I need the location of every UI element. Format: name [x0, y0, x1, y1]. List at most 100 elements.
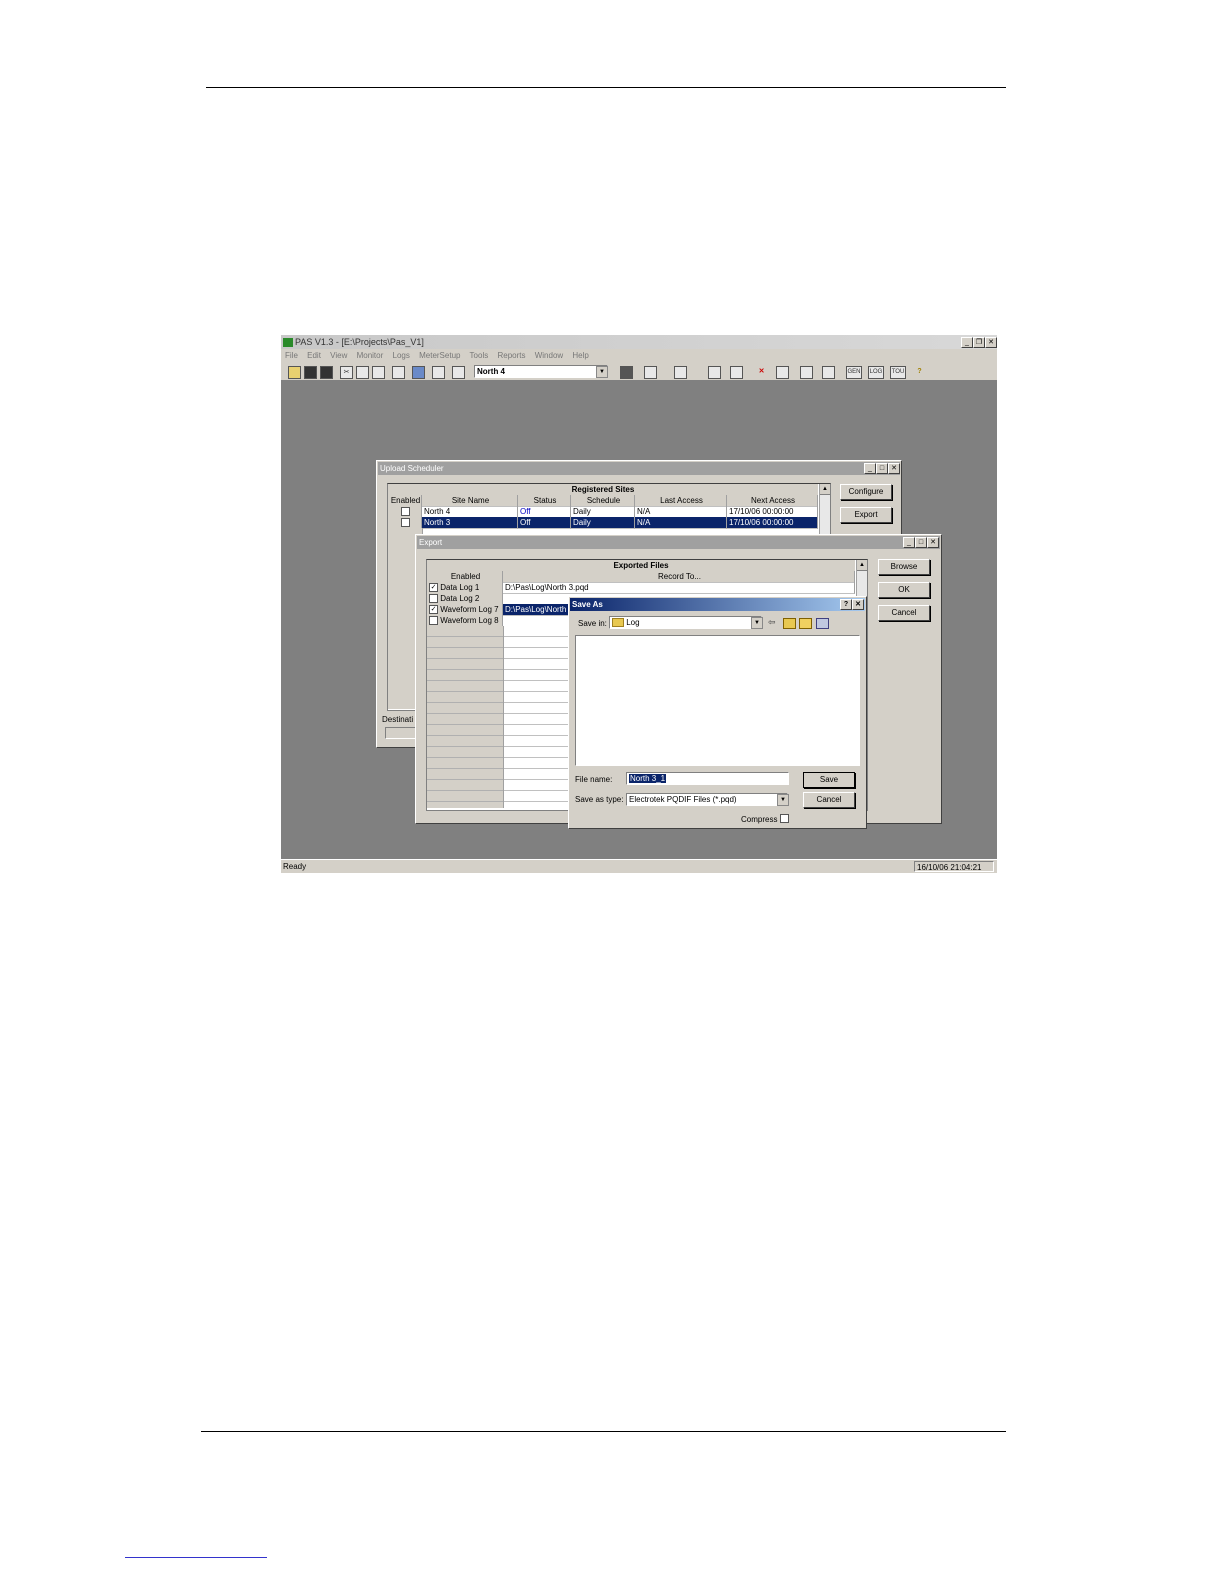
waveform-icon[interactable] — [730, 366, 743, 379]
save-button[interactable]: Save — [803, 772, 855, 788]
table-row[interactable]: ✓ Data Log 1 D:\Pas\Log\North 3.pqd — [427, 582, 855, 594]
pas-application-window: PAS V1.3 - [E:\Projects\Pas_V1] _ ❐ ✕ Fi… — [281, 335, 997, 873]
menu-tools[interactable]: Tools — [470, 351, 489, 360]
paste-icon[interactable] — [372, 366, 385, 379]
menu-window[interactable]: Window — [535, 351, 563, 360]
filter-icon[interactable] — [800, 366, 813, 379]
header-rule — [206, 87, 1006, 88]
destination-label: Destinati — [382, 715, 414, 724]
save-icon[interactable] — [304, 366, 317, 379]
app-restore-button[interactable]: ❐ — [973, 337, 985, 348]
open-icon[interactable] — [288, 366, 301, 379]
export-close-button[interactable]: ✕ — [927, 537, 939, 548]
save-in-dropdown-icon[interactable]: ▼ — [751, 617, 763, 629]
footer-rule — [201, 1431, 1006, 1432]
site-selector-dropdown-icon[interactable]: ▼ — [596, 366, 608, 378]
menu-edit[interactable]: Edit — [307, 351, 321, 360]
graph-icon[interactable] — [708, 366, 721, 379]
upload-scheduler-maximize-button[interactable]: □ — [876, 463, 888, 474]
menu-metersetup[interactable]: MeterSetup — [419, 351, 460, 360]
export-maximize-button[interactable]: □ — [915, 537, 927, 548]
view-icon[interactable] — [412, 366, 425, 379]
log-name: Waveform Log 8 — [440, 616, 499, 625]
new-folder-icon[interactable] — [799, 618, 812, 629]
monitor-icon[interactable] — [644, 366, 657, 379]
help-icon[interactable]: ? — [914, 366, 925, 377]
save-as-help-button[interactable]: ? — [840, 599, 852, 610]
save-in-combo[interactable]: Log — [609, 616, 762, 629]
save-type-value: Electrotek PQDIF Files (*.pqd) — [629, 795, 737, 804]
compress-label: Compress — [741, 815, 778, 824]
log-enabled-checkbox[interactable]: ✓ — [429, 583, 438, 593]
data-icon[interactable] — [674, 366, 687, 379]
export-button[interactable]: Export — [840, 507, 892, 523]
upload-scheduler-title-bar: Upload Scheduler _ □ ✕ — [378, 462, 900, 475]
log-enabled-checkbox[interactable]: ✓ — [429, 605, 438, 615]
site-name-cell: North 3 — [422, 517, 518, 529]
save-type-combo[interactable]: Electrotek PQDIF Files (*.pqd) — [626, 793, 788, 806]
save-in-value: Log — [626, 618, 640, 627]
folder-icon — [612, 618, 624, 628]
file-name-label: File name: — [575, 775, 613, 784]
upload-scheduler-close-button[interactable]: ✕ — [888, 463, 900, 474]
save-all-icon[interactable] — [320, 366, 333, 379]
last-access-cell: N/A — [635, 517, 727, 529]
save-as-close-button[interactable]: ✕ — [852, 599, 864, 610]
app-close-button[interactable]: ✕ — [985, 337, 997, 348]
up-folder-icon[interactable] — [783, 618, 796, 629]
upload-scheduler-minimize-button[interactable]: _ — [864, 463, 876, 474]
connect-icon[interactable] — [452, 366, 465, 379]
app-minimize-button[interactable]: _ — [961, 337, 973, 348]
row-enabled-checkbox[interactable] — [401, 507, 410, 517]
save-type-dropdown-icon[interactable]: ▼ — [777, 794, 789, 806]
ok-button[interactable]: OK — [878, 582, 930, 598]
save-as-cancel-button[interactable]: Cancel — [803, 792, 855, 808]
menu-help[interactable]: Help — [572, 351, 588, 360]
copy-icon[interactable] — [356, 366, 369, 379]
cancel-button[interactable]: Cancel — [878, 605, 930, 621]
site-selector-value: North 4 — [477, 367, 505, 376]
print-icon[interactable] — [392, 366, 405, 379]
menu-reports[interactable]: Reports — [497, 351, 525, 360]
view-menu-icon[interactable] — [816, 618, 829, 629]
menu-logs[interactable]: Logs — [393, 351, 410, 360]
status-cell: Off — [518, 517, 571, 529]
table-row[interactable]: North 3 Off Daily N/A 17/10/06 00:00:00 — [388, 517, 818, 529]
record-to-cell[interactable] — [503, 593, 855, 594]
tou-icon[interactable]: TOU — [890, 366, 906, 379]
log-enabled-checkbox[interactable] — [429, 616, 438, 626]
menu-monitor[interactable]: Monitor — [357, 351, 384, 360]
log-enabled-checkbox[interactable] — [429, 594, 438, 604]
file-list-area[interactable] — [575, 635, 860, 766]
delete-icon[interactable]: ✕ — [756, 366, 767, 377]
cut-icon[interactable]: ✂ — [340, 366, 353, 379]
enabled-column-fill — [427, 626, 504, 808]
upload-scheduler-title: Upload Scheduler — [380, 464, 444, 473]
save-as-dialog: Save As ? ✕ Save in: Log ▼ ⇦ File name: … — [568, 596, 867, 829]
export-icon[interactable] — [822, 366, 835, 379]
scroll-up-arrow-icon[interactable]: ▲ — [857, 560, 867, 571]
site-selector[interactable]: North 4 — [474, 365, 608, 378]
app-logo-icon — [283, 338, 293, 348]
app-title-bar: PAS V1.3 - [E:\Projects\Pas_V1] _ ❐ ✕ — [281, 335, 997, 349]
file-name-input[interactable]: North 3_1 — [626, 772, 789, 785]
browse-button[interactable]: Browse — [878, 559, 930, 575]
compress-checkbox[interactable] — [780, 814, 789, 823]
back-icon[interactable]: ⇦ — [768, 617, 776, 628]
log-icon[interactable]: LOG — [868, 366, 884, 379]
scroll-up-arrow-icon[interactable]: ▲ — [820, 484, 830, 495]
table-row[interactable]: North 4 Off Daily N/A 17/10/06 00:00:00 — [388, 506, 818, 518]
row-enabled-checkbox[interactable] — [401, 518, 410, 528]
gen-icon[interactable]: GEN — [846, 366, 862, 379]
save-in-label: Save in: — [578, 619, 607, 628]
toolbar: ✂ North 4 ▼ ✕ GEN LOG TOU ? — [281, 363, 997, 381]
menu-view[interactable]: View — [330, 351, 347, 360]
menu-file[interactable]: File — [285, 351, 298, 360]
export-minimize-button[interactable]: _ — [903, 537, 915, 548]
clock-icon[interactable] — [776, 366, 789, 379]
configure-button[interactable]: Configure — [840, 484, 892, 500]
properties-icon[interactable] — [432, 366, 445, 379]
footer-link-underline[interactable] — [125, 1557, 267, 1558]
grid-icon[interactable] — [620, 366, 633, 379]
save-as-title-bar: Save As ? ✕ — [570, 598, 865, 611]
